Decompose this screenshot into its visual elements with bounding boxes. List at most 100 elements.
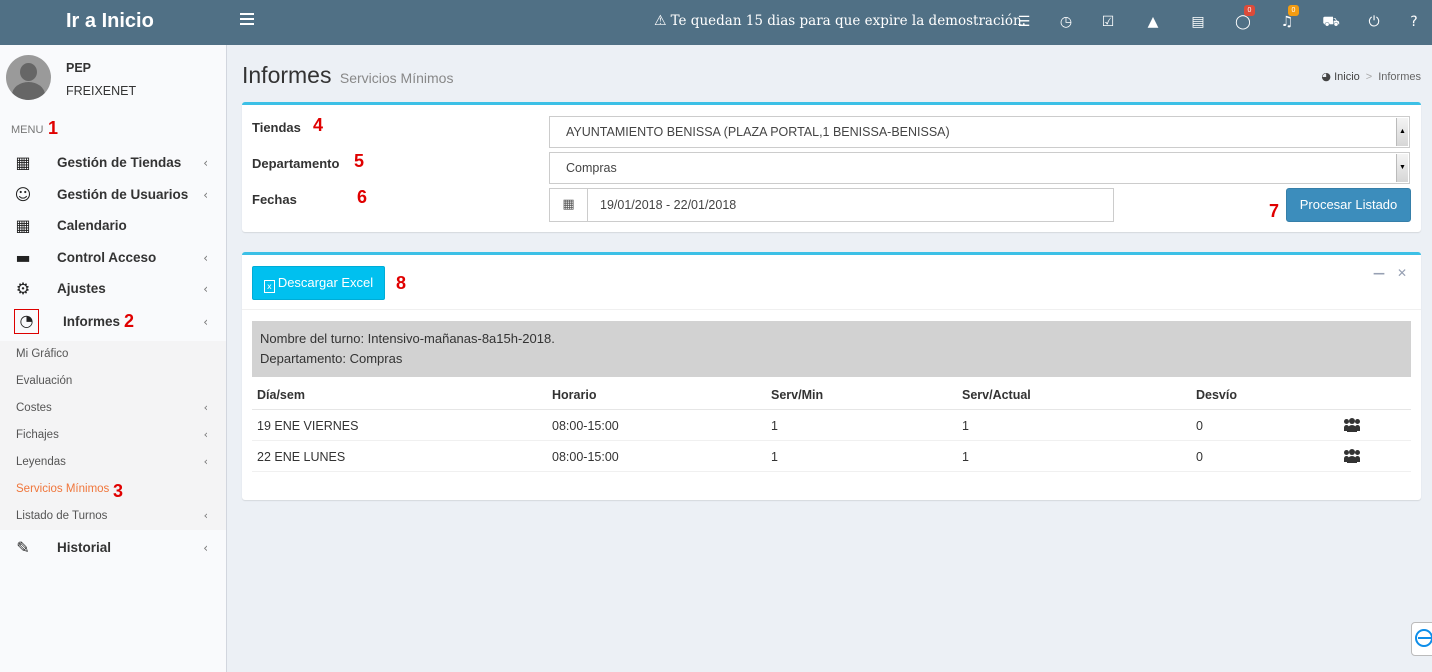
menu-header: MENU: [11, 124, 44, 136]
edit-icon: ✎: [16, 538, 30, 557]
calendar-check-icon[interactable]: ☑: [1099, 13, 1117, 31]
sidebar-item-label: Ajustes: [57, 281, 106, 296]
annotation-4: 4: [313, 115, 324, 135]
sidebar-item-label: Control Acceso: [57, 250, 157, 265]
chat-icon[interactable]: ◯ 0: [1234, 5, 1255, 31]
calendar-icon: ▦: [15, 216, 31, 235]
shift-info: Nombre del turno: Intensivo-mañanas-8a15…: [252, 321, 1411, 377]
list-icon[interactable]: ☰: [1015, 13, 1033, 31]
credit-card-icon: ▬: [15, 248, 31, 267]
column-header: Serv/Actual: [962, 388, 1031, 402]
chevron-left-icon: ‹: [203, 251, 208, 265]
box-tools: — ✕: [1361, 265, 1407, 280]
download-excel-button[interactable]: x Descargar Excel: [252, 266, 385, 300]
table-cell: 1: [771, 450, 778, 464]
chevron-left-icon: ‹: [203, 509, 208, 522]
sidebar-item-gesti-n-de-tiendas[interactable]: ▦ Gestión de Tiendas ‹: [0, 147, 226, 178]
pie-chart-icon: ◔: [14, 309, 39, 334]
demo-warning: ⚠ Te quedan 15 dias para que expire la de…: [654, 13, 1026, 29]
breadcrumb: ◕ Inicio > Informes: [1321, 70, 1421, 83]
table-header: Día/sem Horario Serv/Min Serv/Actual Desvío: [252, 379, 1411, 410]
smile-icon: ☺: [14, 185, 32, 204]
home-link[interactable]: Ir a Inicio: [0, 0, 227, 45]
submenu-item-leyendas[interactable]: Leyendas ‹: [0, 449, 226, 476]
sidebar-item-control-acceso[interactable]: ▬ Control Acceso ‹: [0, 242, 226, 273]
fechas-label: Fechas: [252, 192, 297, 207]
annotation-3: 3: [113, 481, 124, 501]
sidebar-item-calendario[interactable]: ▦ Calendario: [0, 210, 226, 241]
sidebar-item-label: Gestión de Usuarios: [57, 187, 189, 202]
chevron-left-icon: ‹: [203, 282, 208, 296]
submenu-item-label: Fichajes: [16, 429, 59, 441]
sidebar-item-label: Informes: [63, 314, 121, 329]
sidebar-item-historial[interactable]: ✎ Historial ‹: [0, 532, 226, 563]
tiendas-selected: AYUNTAMIENTO BENISSA (PLAZA PORTAL,1 BEN…: [566, 125, 950, 139]
warning-icon: ⚠: [654, 13, 667, 29]
breadcrumb-home[interactable]: Inicio: [1334, 71, 1360, 83]
departamento-selected: Compras: [566, 161, 617, 175]
procesar-listado-button[interactable]: Procesar Listado: [1286, 188, 1411, 222]
results-table: Día/sem Horario Serv/Min Serv/Actual Desvío 1…: [252, 379, 1411, 472]
table-row: 19 ENE VIERNES 08:00-15:00 1 1 0: [252, 410, 1411, 441]
annotation-7: 7: [1269, 201, 1280, 221]
cart-icon[interactable]: ⛟: [1322, 13, 1340, 31]
tiendas-label: Tiendas: [252, 120, 301, 135]
submenu-item-listado-de-turnos[interactable]: Listado de Turnos ‹: [0, 503, 226, 530]
sidebar-item-informes[interactable]: ◔ Informes ‹: [0, 306, 226, 337]
newspaper-icon[interactable]: ▤: [1189, 13, 1207, 31]
avatar: [6, 55, 51, 100]
table-cell: 08:00-15:00: [552, 450, 619, 464]
users-icon[interactable]: [1344, 418, 1360, 432]
table-cell: 19 ENE VIERNES: [257, 419, 359, 433]
filter-box: Tiendas 4 AYUNTAMIENTO BENISSA (PLAZA PO…: [242, 102, 1421, 232]
sidebar-item-gesti-n-de-usuarios[interactable]: ☺ Gestión de Usuarios ‹: [0, 179, 226, 210]
departamento-label: Departamento: [252, 156, 340, 171]
teamviewer-widget[interactable]: [1411, 622, 1432, 656]
column-header: Horario: [552, 388, 597, 402]
clock-icon[interactable]: ◷: [1057, 13, 1075, 31]
chevron-left-icon: ‹: [203, 428, 208, 441]
results-box: x Descargar Excel 8 — ✕ Nombre del turno: …: [242, 252, 1421, 500]
submenu-item-label: Servicios Mínimos: [16, 483, 110, 495]
departamento-select[interactable]: Compras ▼: [549, 152, 1410, 184]
bell-icon[interactable]: ♫ 0: [1278, 5, 1299, 31]
page-subtitle: Servicios Mínimos: [339, 70, 454, 86]
submenu-item-costes[interactable]: Costes ‹: [0, 395, 226, 422]
chevron-left-icon: ‹: [203, 315, 208, 329]
users-icon[interactable]: [1344, 449, 1360, 463]
notification-badge: 0: [1244, 5, 1255, 16]
gear-icon: ⚙: [15, 279, 31, 298]
table-cell: 1: [962, 450, 969, 464]
calendar-icon: ▦: [550, 189, 588, 221]
close-icon[interactable]: ✕: [1397, 266, 1407, 280]
user-first-name: PEP: [66, 61, 92, 75]
annotation-2: 2: [124, 311, 135, 331]
collapse-icon[interactable]: —: [1373, 266, 1385, 280]
sidebar-item-ajustes[interactable]: ⚙ Ajustes ‹: [0, 273, 226, 304]
date-range-field[interactable]: ▦ 19/01/2018 - 22/01/2018: [549, 188, 1114, 222]
chevron-left-icon: ‹: [203, 541, 208, 555]
excel-file-icon: x: [263, 280, 275, 293]
submenu-item-mi-grafico[interactable]: Mi Gráfico: [0, 341, 226, 368]
table-row: 22 ENE LUNES 08:00-15:00 1 1 0: [252, 441, 1411, 472]
sidebar-toggle-icon[interactable]: [240, 13, 254, 27]
submenu-item-fichajes[interactable]: Fichajes ‹: [0, 422, 226, 449]
sidebar: PEP FREIXENET MENU 1 ▦ Gestión de Tiendas…: [0, 45, 227, 672]
help-icon[interactable]: ?: [1405, 13, 1423, 31]
power-icon[interactable]: ⏻: [1365, 13, 1383, 31]
road-icon[interactable]: ▲: [1144, 13, 1162, 31]
user-last-name: FREIXENET: [66, 84, 137, 98]
annotation-5: 5: [354, 151, 365, 171]
tiendas-select[interactable]: AYUNTAMIENTO BENISSA (PLAZA PORTAL,1 BEN…: [549, 116, 1410, 148]
sidebar-item-label: Calendario: [57, 218, 127, 233]
annotation-8: 8: [396, 273, 407, 293]
column-header: Desvío: [1196, 388, 1237, 402]
top-header: Ir a Inicio ⚠ Te quedan 15 dias para que …: [0, 0, 1432, 45]
dropdown-arrow-icon: ▲: [1396, 118, 1408, 146]
sidebar-item-label: Historial: [57, 540, 112, 555]
table-cell: 22 ENE LUNES: [257, 450, 346, 464]
breadcrumb-current: Informes: [1378, 71, 1421, 83]
column-header: Día/sem: [257, 388, 305, 402]
chevron-left-icon: ‹: [203, 401, 208, 414]
submenu-item-evaluacion[interactable]: Evaluación: [0, 368, 226, 395]
